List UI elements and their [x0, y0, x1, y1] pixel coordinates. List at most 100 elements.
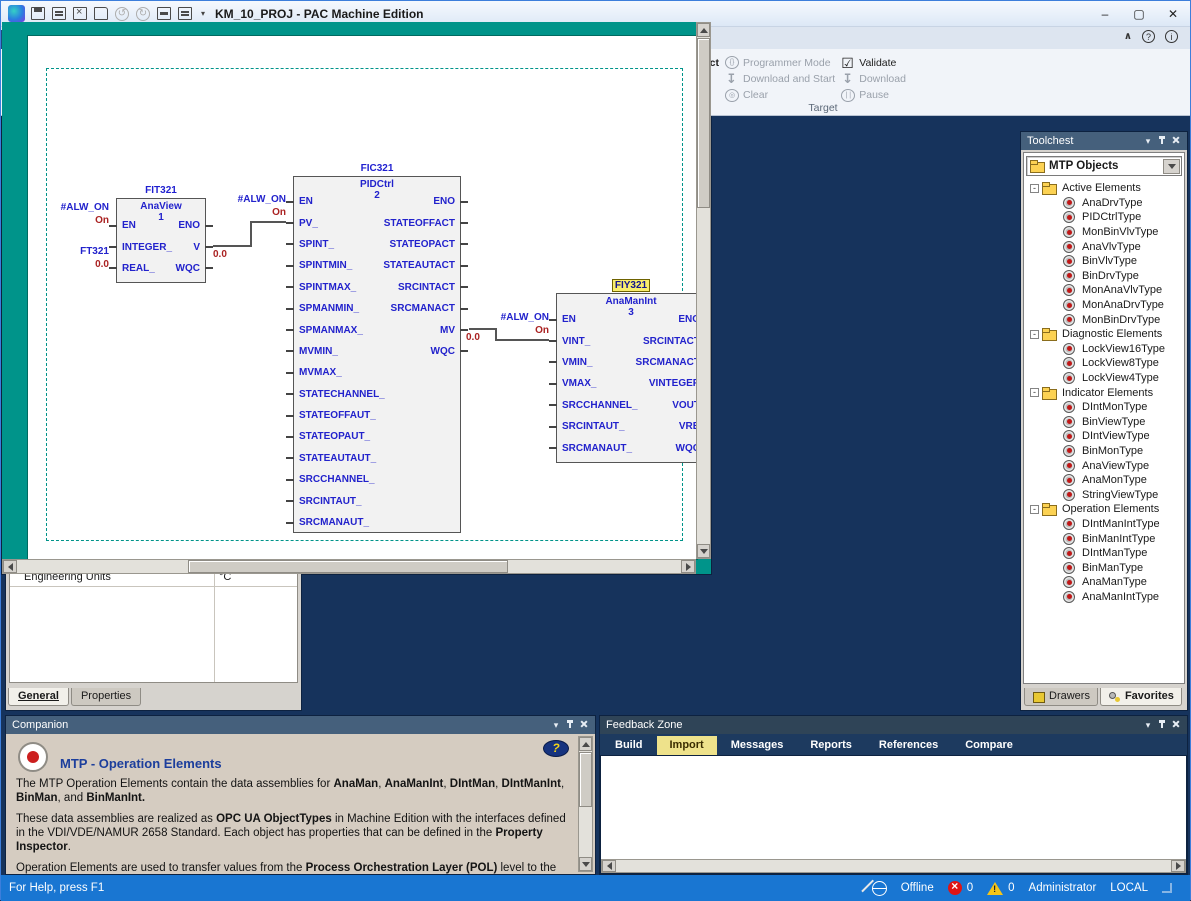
- toolchest-item[interactable]: BinVlvType: [1026, 254, 1182, 269]
- block-fic321[interactable]: FIC321 PIDCtrl 2 EN PV_ SPINT_ SPINTMIN_ SPIN…: [286, 163, 468, 533]
- close-panel-icon[interactable]: [1169, 719, 1183, 731]
- editor-scrollbar-horizontal[interactable]: [2, 559, 696, 574]
- drawer-selector[interactable]: MTP Objects: [1026, 156, 1182, 176]
- feedback-tab[interactable]: References: [866, 736, 951, 755]
- toolchest-item[interactable]: AnaViewType: [1026, 458, 1182, 473]
- companion-panel: Companion ▾ ? MTP - Operation Elements T…: [5, 715, 596, 875]
- fbd-editor[interactable]: FIT321 AnaView 1 EN INTEGER_ REAL_ ENO V WQC …: [2, 22, 711, 574]
- feedback-zone-header: Feedback Zone ▾: [600, 716, 1187, 734]
- inspector-tab[interactable]: General: [8, 688, 69, 706]
- toolchest-item[interactable]: AnaManIntType: [1026, 590, 1182, 605]
- toolchest-item[interactable]: LockView4Type: [1026, 371, 1182, 386]
- toolchest-item[interactable]: MonBinVlvType: [1026, 225, 1182, 240]
- toolchest-item-icon: [1042, 182, 1057, 196]
- toolchest-item[interactable]: - Indicator Elements: [1026, 385, 1182, 400]
- toolchest-item-label: DIntViewType: [1082, 430, 1150, 443]
- toolchest-item[interactable]: AnaDrvType: [1026, 196, 1182, 211]
- toolchest-item-label: BinManType: [1082, 561, 1144, 574]
- toolchest-item[interactable]: - Active Elements: [1026, 181, 1182, 196]
- panel-menu-chevron-icon[interactable]: ▾: [549, 720, 563, 731]
- pause-button[interactable]: | | Pause: [841, 88, 906, 102]
- help-icon[interactable]: ?: [543, 740, 569, 757]
- feedback-content[interactable]: [600, 755, 1187, 874]
- customize-toolbar-chevron-icon[interactable]: ▾: [201, 9, 205, 18]
- print-icon[interactable]: [157, 7, 171, 20]
- panel-menu-chevron-icon[interactable]: ▾: [1141, 720, 1155, 731]
- toolchest-item[interactable]: LockView16Type: [1026, 342, 1182, 357]
- maximize-button[interactable]: ▢: [1122, 1, 1156, 26]
- toolchest-item[interactable]: BinManIntType: [1026, 531, 1182, 546]
- ft321-label[interactable]: FT321 0.0: [48, 246, 109, 271]
- expander[interactable]: -: [1030, 329, 1039, 339]
- help-search-icon[interactable]: ?: [1142, 30, 1155, 43]
- feedback-tab[interactable]: Messages: [718, 736, 797, 755]
- connection-icon: [871, 880, 887, 896]
- minimize-button[interactable]: –: [1088, 1, 1122, 26]
- toolchest-item[interactable]: DIntManType: [1026, 546, 1182, 561]
- close-document-icon[interactable]: [73, 6, 87, 20]
- inspector-tab[interactable]: Properties: [70, 688, 142, 706]
- toolchest-item[interactable]: - Operation Elements: [1026, 502, 1182, 517]
- toolchest-item[interactable]: AnaMonType: [1026, 473, 1182, 488]
- toolchest-item[interactable]: BinMonType: [1026, 444, 1182, 459]
- toolchest-item[interactable]: MonAnaDrvType: [1026, 298, 1182, 313]
- pin-icon[interactable]: [563, 719, 577, 731]
- expander[interactable]: -: [1030, 388, 1039, 398]
- toolchest-item[interactable]: AnaManType: [1026, 575, 1182, 590]
- save-icon[interactable]: [31, 7, 45, 20]
- feedback-tab[interactable]: Build: [602, 736, 656, 755]
- redo-icon[interactable]: ↻: [136, 6, 150, 21]
- toolchest-tab[interactable]: Favorites: [1099, 688, 1182, 706]
- toolchest-item-label: Active Elements: [1062, 182, 1141, 195]
- toolchest-item[interactable]: LockView8Type: [1026, 356, 1182, 371]
- fbd-canvas[interactable]: FIT321 AnaView 1 EN INTEGER_ REAL_ ENO V WQC …: [27, 35, 698, 560]
- validate-button[interactable]: Validate: [841, 55, 906, 72]
- save-all-icon[interactable]: [52, 7, 66, 20]
- close-panel-icon[interactable]: [577, 719, 591, 731]
- download-button[interactable]: Download: [841, 71, 906, 87]
- collapse-ribbon-icon[interactable]: ∧: [1124, 31, 1132, 42]
- toolchest-item[interactable]: - Diagnostic Elements: [1026, 327, 1182, 342]
- toolchest-item[interactable]: BinViewType: [1026, 415, 1182, 430]
- programmer-mode-button[interactable]: {} Programmer Mode: [725, 56, 835, 70]
- toolchest-tab[interactable]: Drawers: [1024, 688, 1098, 706]
- companion-scrollbar-vertical[interactable]: [578, 736, 593, 872]
- panel-menu-chevron-icon[interactable]: ▾: [1141, 136, 1155, 147]
- open-folder-icon[interactable]: [94, 7, 108, 20]
- toolchest-item[interactable]: BinManType: [1026, 560, 1182, 575]
- feedback-tab[interactable]: Compare: [952, 736, 1026, 755]
- pin-icon[interactable]: [1155, 719, 1169, 731]
- toolchest-item[interactable]: DIntMonType: [1026, 400, 1182, 415]
- resize-grip[interactable]: [1162, 883, 1172, 893]
- drawer-dropdown-button[interactable]: [1163, 158, 1180, 174]
- clipboard-icon[interactable]: [178, 7, 192, 20]
- download-and-start-button[interactable]: Download and Start: [725, 71, 835, 87]
- alw-on-label[interactable]: #ALW_ON On: [483, 312, 549, 337]
- toolchest-item[interactable]: DIntManIntType: [1026, 517, 1182, 532]
- info-icon[interactable]: i: [1165, 30, 1178, 43]
- expander[interactable]: -: [1030, 504, 1039, 514]
- close-panel-icon[interactable]: [1169, 135, 1183, 147]
- toolchest-item[interactable]: MonAnaVlvType: [1026, 283, 1182, 298]
- alw-on-label[interactable]: #ALW_ON On: [48, 202, 109, 227]
- toolchest-item[interactable]: AnaVlvType: [1026, 239, 1182, 254]
- toolchest-item[interactable]: DIntViewType: [1026, 429, 1182, 444]
- block-fit321[interactable]: FIT321 AnaView 1 EN INTEGER_ REAL_ ENO V WQC: [109, 185, 213, 283]
- alw-on-label[interactable]: #ALW_ON On: [220, 194, 286, 219]
- toolchest-item[interactable]: StringViewType: [1026, 487, 1182, 502]
- expander[interactable]: -: [1030, 183, 1039, 193]
- wire-value: 0.0: [466, 332, 480, 343]
- pin-icon[interactable]: [1155, 135, 1169, 147]
- undo-icon[interactable]: ↺: [115, 6, 129, 21]
- toolchest-item[interactable]: BinDrvType: [1026, 269, 1182, 284]
- clear-button[interactable]: ◎ Clear: [725, 88, 835, 102]
- companion-header: Companion ▾: [6, 716, 595, 734]
- editor-scrollbar-vertical[interactable]: [696, 22, 711, 559]
- feedback-scrollbar-horizontal[interactable]: [601, 859, 1186, 873]
- toolchest-item[interactable]: MonBinDrvType: [1026, 312, 1182, 327]
- feedback-tab[interactable]: Reports: [797, 736, 865, 755]
- block-fiy321[interactable]: FIY321 AnaManInt 3 EN VINT_ VMIN_ VMAX_ SRCCH…: [549, 279, 697, 463]
- feedback-tab[interactable]: Import: [656, 736, 717, 755]
- close-button[interactable]: ✕: [1156, 1, 1190, 26]
- toolchest-item[interactable]: PIDCtrlType: [1026, 210, 1182, 225]
